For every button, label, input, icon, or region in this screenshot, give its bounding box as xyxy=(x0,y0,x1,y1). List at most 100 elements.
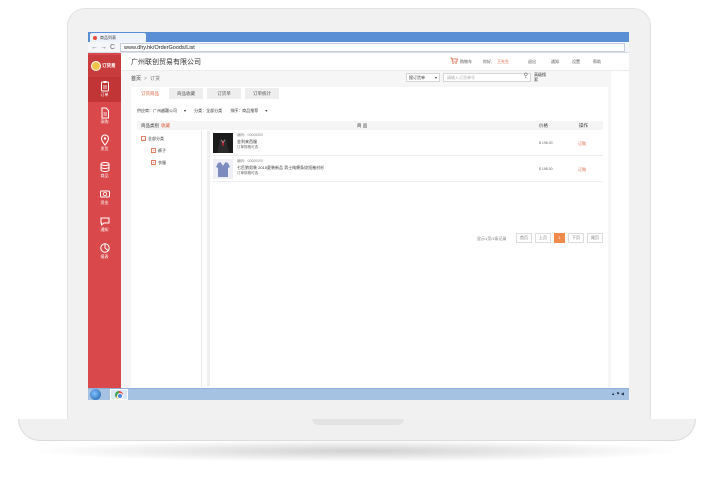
company-name: 广州联创贸易有限公司 xyxy=(131,59,201,66)
tab-favorites[interactable]: 商品收藏 xyxy=(169,88,203,99)
page-1-button[interactable]: 1 xyxy=(554,233,565,243)
exit-link[interactable]: 退出 xyxy=(528,59,536,65)
tree-item-label: 裤子 xyxy=(158,148,166,153)
sidebar-item-shipping[interactable]: 发货 xyxy=(88,131,121,156)
expand-icon[interactable]: + xyxy=(151,160,156,166)
favicon-icon xyxy=(93,35,97,40)
cart-link[interactable]: 购物车 xyxy=(460,59,472,65)
search-input[interactable]: 请输入订货单号 ⚲ xyxy=(443,73,531,82)
screen: 商品列表 ← → C www.dhy.hk/OrderGoods/List 订货… xyxy=(88,32,629,400)
product-price: $ 198.00 xyxy=(539,167,553,171)
order-button[interactable]: 订购 xyxy=(578,167,586,173)
table-row: 编码：00000000 金利来西服 订单规格可选 $ 198.00 订购 xyxy=(213,131,603,156)
logo-mark-icon xyxy=(91,61,101,71)
prev-page-button[interactable]: 上页 xyxy=(535,233,551,243)
col-category-label: 商品类别 xyxy=(141,123,159,128)
sidebar-item-purchase[interactable]: 采购 xyxy=(88,104,121,129)
help-link[interactable]: 帮助 xyxy=(593,59,601,65)
start-button[interactable] xyxy=(90,389,101,400)
col-category: 商品类别 收藏 xyxy=(141,121,170,130)
forward-button[interactable]: → xyxy=(100,43,107,52)
sidebar-item-report[interactable]: 报表 xyxy=(88,239,121,264)
sidebar-item-label: 发货 xyxy=(100,146,109,151)
system-tray[interactable]: ▲ ⚑ ◀ xyxy=(611,391,624,396)
col-price: 价格 xyxy=(539,123,548,128)
back-button[interactable]: ← xyxy=(91,43,98,52)
table-row: 编码：00000000 七匹狼男装 2015夏装新品 男士纯棉条纹短袖衬衫 订单… xyxy=(213,157,603,182)
clipboard-icon xyxy=(100,81,109,92)
sidebar-item-label: 报表 xyxy=(100,254,109,259)
sidebar: 订货易 订单 采购 发货 商品 资金 通知 报表 xyxy=(88,53,121,388)
filter-supplier[interactable]: 供应商：广州越疆公司 xyxy=(137,108,177,113)
settings-link[interactable]: 设置 xyxy=(572,59,580,65)
logo-text: 订货易 xyxy=(102,63,116,68)
sidebar-item-label: 资金 xyxy=(100,200,109,205)
chat-bubble-icon xyxy=(100,217,109,227)
tree-item-label: 衣服 xyxy=(158,160,166,165)
laptop-notch xyxy=(312,419,404,425)
product-spec: 订单规格可选 xyxy=(237,171,258,175)
tab-order-goods[interactable]: 订货商品 xyxy=(133,88,167,99)
laptop-shadow xyxy=(28,440,688,462)
col-product: 商 品 xyxy=(357,123,368,128)
collapse-icon[interactable]: - xyxy=(141,136,146,142)
content-panel: 订货商品 商品收藏 订货单 订单统计 供应商：广州越疆公司 ▾ 分类：全部分类 排… xyxy=(131,87,608,388)
tab-orders[interactable]: 订货单 xyxy=(207,88,241,99)
sidebar-item-label: 通知 xyxy=(100,227,109,232)
browser-tabbar: 商品列表 xyxy=(88,32,629,42)
first-page-button[interactable]: 首页 xyxy=(516,233,532,243)
tab-statistics[interactable]: 订单统计 xyxy=(245,88,279,99)
pie-chart-icon xyxy=(99,243,110,253)
breadcrumb-home[interactable]: 首页 xyxy=(131,76,141,82)
sidebar-item-notice[interactable]: 通知 xyxy=(88,212,121,237)
reload-button[interactable]: C xyxy=(110,43,115,52)
os-taskbar: ▲ ⚑ ◀ xyxy=(88,388,629,400)
breadcrumb-current: 订货 xyxy=(149,76,160,82)
search-icon[interactable]: ⚲ xyxy=(524,73,528,80)
tree-item-clothes[interactable]: + 衣服 xyxy=(151,160,166,166)
cart-icon[interactable] xyxy=(450,57,458,65)
product-code: 编码：00000000 xyxy=(237,159,264,163)
sidebar-item-label: 采购 xyxy=(100,119,109,124)
sidebar-item-label: 订单 xyxy=(100,92,109,97)
filter-sort-chevron-icon[interactable]: ▾ xyxy=(265,108,267,113)
filter-bar: 供应商：广州越疆公司 ▾ 分类：全部分类 排序：商品推荐 ▾ xyxy=(137,108,274,114)
logo[interactable]: 订货易 xyxy=(88,55,121,77)
product-thumbnail-suit[interactable] xyxy=(213,133,233,153)
address-bar: ← → C www.dhy.hk/OrderGoods/List xyxy=(88,42,629,53)
browser-tab-title: 商品列表 xyxy=(100,35,116,40)
greeting: 你好, xyxy=(483,59,493,64)
search-placeholder: 请输入订货单号 xyxy=(447,75,475,80)
tree-item-pants[interactable]: + 裤子 xyxy=(151,148,166,154)
money-icon xyxy=(99,190,110,198)
expand-icon[interactable]: + xyxy=(151,148,156,154)
breadcrumb: 首页 > 订货 xyxy=(131,75,160,82)
filter-category[interactable]: 分类：全部分类 xyxy=(194,108,222,113)
chevron-down-icon: ▾ xyxy=(434,75,437,80)
next-page-button[interactable]: 下页 xyxy=(568,233,584,243)
sidebar-item-order[interactable]: 订单 xyxy=(88,77,121,102)
user-menu[interactable]: 王先生 xyxy=(497,59,509,65)
product-spec: 订单规格可选 xyxy=(237,145,258,149)
pagination-total: 显示1页/1条记录 xyxy=(477,236,507,241)
last-page-button[interactable]: 尾页 xyxy=(587,233,603,243)
search-type-select[interactable]: 搜订货单 ▾ xyxy=(406,73,440,82)
sidebar-item-goods[interactable]: 商品 xyxy=(88,158,121,183)
taskbar-chrome[interactable] xyxy=(110,389,128,400)
col-category-link[interactable]: 收藏 xyxy=(161,123,170,128)
order-button[interactable]: 订购 xyxy=(578,141,586,147)
filter-supplier-chevron-icon[interactable]: ▾ xyxy=(184,108,186,113)
browser-tab[interactable]: 商品列表 xyxy=(90,33,146,42)
product-thumbnail-shirt[interactable] xyxy=(213,159,233,179)
product-price: $ 198.00 xyxy=(539,141,553,145)
url-field[interactable]: www.dhy.hk/OrderGoods/List xyxy=(120,43,625,52)
col-operation: 操作 xyxy=(579,123,588,128)
filter-sort[interactable]: 排序：商品推荐 xyxy=(230,108,258,113)
advanced-search-link[interactable]: 高级搜索 xyxy=(534,72,546,82)
notice-link[interactable]: 通知 xyxy=(551,59,559,65)
tree-item-all[interactable]: - 全部分类 xyxy=(141,136,164,142)
document-icon xyxy=(101,107,109,119)
scrollbar[interactable] xyxy=(207,131,210,386)
table-header: 商品类别 收藏 商 品 价格 操作 xyxy=(137,121,603,130)
sidebar-item-funds[interactable]: 资金 xyxy=(88,185,121,210)
